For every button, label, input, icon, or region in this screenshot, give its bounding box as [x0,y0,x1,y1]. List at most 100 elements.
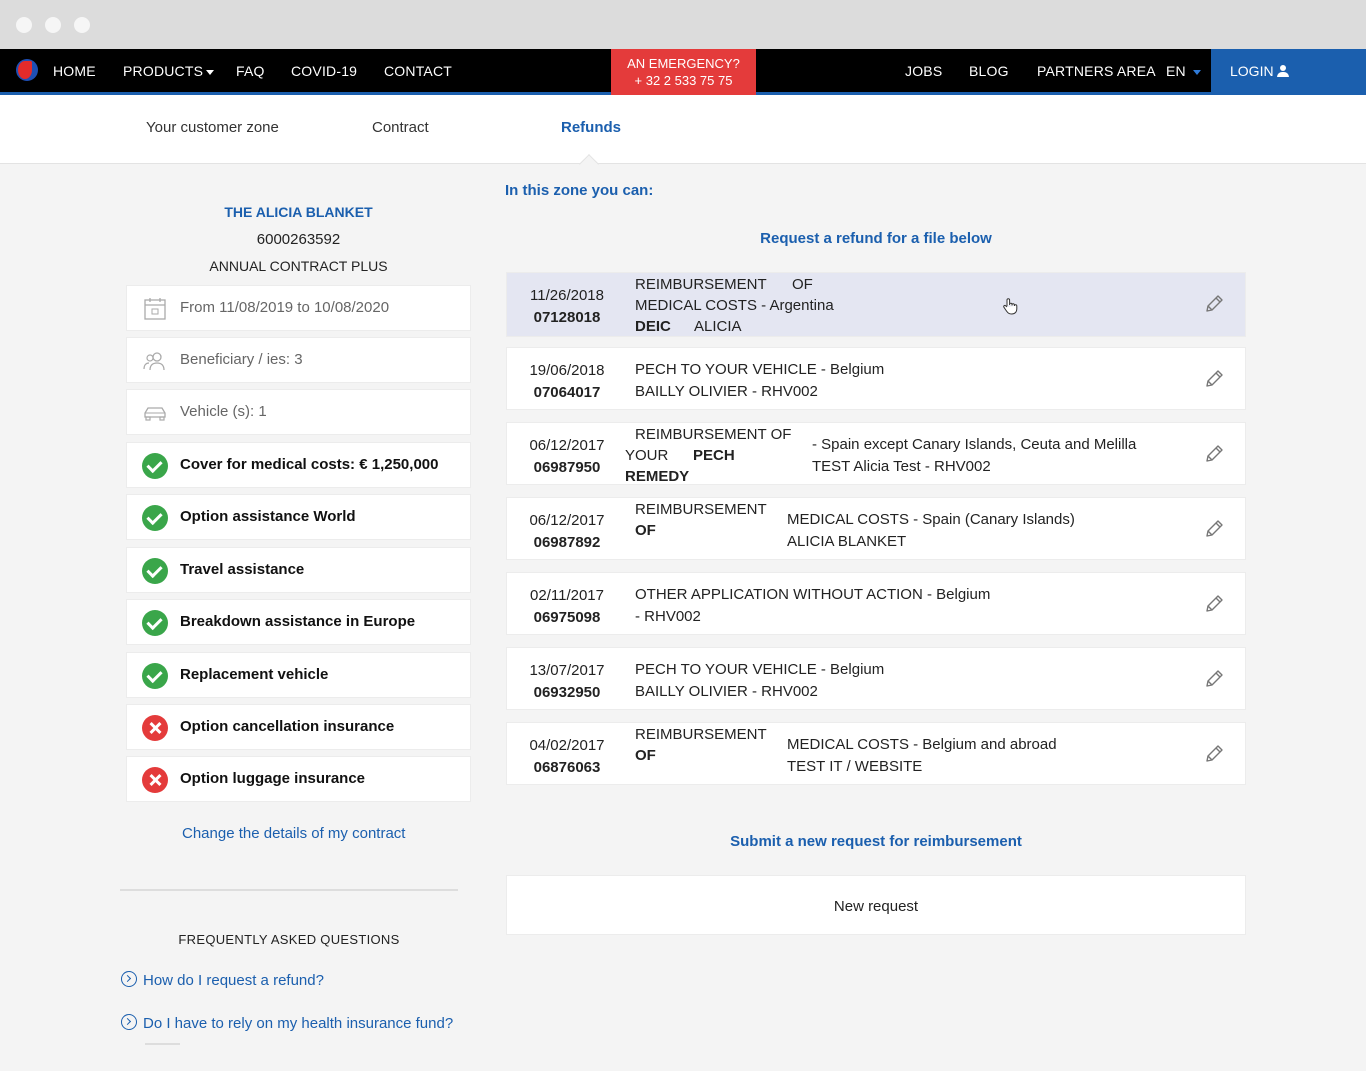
nav-home[interactable]: HOME [53,63,96,79]
chevron-right-circle-icon [121,971,137,987]
file-desc: OF [635,522,656,539]
file-holder: - RHV002 [635,608,701,625]
tab-contract[interactable]: Contract [372,119,429,136]
file-holder: BAILLY OLIVIER - RHV002 [635,683,818,700]
active-tab-pointer [579,154,599,174]
file-number: 06987950 [533,459,601,476]
nav-contact[interactable]: CONTACT [384,63,452,79]
cross-circle-icon [142,767,168,793]
refund-file-row[interactable]: 11/26/2018 07128018 REIMBURSEMENT OF MED… [506,272,1246,337]
refund-file-row[interactable]: 02/11/2017 06975098 OTHER APPLICATION WI… [506,572,1246,635]
nav-partners-area[interactable]: PARTNERS AREA [1037,63,1156,79]
refund-file-row[interactable]: 13/07/2017 06932950 PECH TO YOUR VEHICLE… [506,647,1246,710]
file-desc: MEDICAL COSTS - Argentina [635,297,834,314]
coverage-label: Replacement vehicle [180,666,329,683]
pencil-icon[interactable] [1203,593,1225,615]
vehicles-card: Vehicle (s): 1 [126,389,471,435]
tab-refunds[interactable]: Refunds [561,119,621,136]
nav-jobs[interactable]: JOBS [905,63,942,79]
window-close-dot[interactable] [16,17,32,33]
window-maximize-dot[interactable] [74,17,90,33]
file-date: 19/06/2018 [529,362,605,379]
file-number: 07128018 [533,309,601,326]
coverage-label: Option cancellation insurance [180,718,395,735]
refund-file-row[interactable]: 06/12/2017 06987950 REIMBURSEMENT OF YOU… [506,422,1246,485]
refund-file-row[interactable]: 19/06/2018 07064017 PECH TO YOUR VEHICLE… [506,347,1246,410]
contract-number: 6000263592 [256,231,341,248]
check-circle-icon [142,663,168,689]
beneficiaries-card: Beneficiary / ies: 3 [126,337,471,383]
car-icon [144,407,166,421]
file-holder: TEST IT / WEBSITE [787,758,923,775]
login-button[interactable]: LOGIN [1211,49,1366,95]
contract-period-card: From 11/08/2019 to 10/08/2020 [126,285,471,331]
emergency-label: AN EMERGENCY? [627,56,740,71]
coverage-label: Cover for medical costs: € 1,250,000 [180,456,439,473]
emergency-call-button[interactable]: AN EMERGENCY? + 32 2 533 75 75 [611,49,756,95]
file-date-block: 06/12/2017 06987892 [507,510,627,554]
user-icon [1276,65,1289,77]
new-request-button[interactable]: New request [506,875,1246,935]
nav-covid[interactable]: COVID-19 [291,63,357,79]
file-date: 06/12/2017 [529,512,605,529]
coverage-item: Travel assistance [126,547,471,593]
nav-blog[interactable]: BLOG [969,63,1009,79]
chevron-down-icon [1192,69,1201,75]
file-date: 02/11/2017 [530,587,604,604]
pencil-icon[interactable] [1203,668,1225,690]
pencil-icon[interactable] [1203,743,1225,765]
file-date-block: 02/11/2017 06975098 [507,585,627,629]
file-desc: PECH [693,447,735,464]
faq-item[interactable]: Do I have to rely on my health insurance… [121,1014,453,1032]
emergency-phone: + 32 2 533 75 75 [634,73,733,88]
zone-heading: In this zone you can: [505,182,654,199]
pencil-icon[interactable] [1203,293,1225,315]
file-date-block: 19/06/2018 07064017 [507,360,627,404]
browser-chrome [0,0,1366,49]
file-date: 13/07/2017 [529,662,605,679]
file-holder: ALICIA [694,318,742,335]
refund-file-row[interactable]: 06/12/2017 06987892 REIMBURSEMENT OF MED… [506,497,1246,560]
tab-customer-zone[interactable]: Your customer zone [146,119,279,136]
nav-products[interactable]: PRODUCTS [123,63,215,79]
window-minimize-dot[interactable] [45,17,61,33]
file-holder: ALICIA BLANKET [787,533,907,550]
coverage-item: Option cancellation insurance [126,704,471,750]
top-navigation: HOME PRODUCTS FAQ COVID-19 CONTACT AN EM… [0,49,1366,95]
coverage-item: Option luggage insurance [126,756,471,802]
faq-item[interactable]: How do I request a refund? [121,971,324,989]
brand-logo-icon[interactable] [16,59,38,81]
coverage-item: Cover for medical costs: € 1,250,000 [126,442,471,488]
file-desc: - Spain except Canary Islands, Ceuta and… [812,436,1137,453]
refund-file-row[interactable]: 04/02/2017 06876063 REIMBURSEMENT OF MED… [506,722,1246,785]
pencil-icon[interactable] [1203,518,1225,540]
file-desc: OF [792,276,813,293]
file-date: 11/26/2018 [530,287,604,304]
file-date-block: 13/07/2017 06932950 [507,660,627,704]
language-selector[interactable]: EN [1166,63,1201,79]
file-desc: REIMBURSEMENT [635,726,767,743]
left-divider [120,889,458,891]
file-desc: OF [635,747,656,764]
pencil-icon[interactable] [1203,443,1225,465]
file-number: 06932950 [533,684,601,701]
faq-title: FREQUENTLY ASKED QUESTIONS [178,932,400,947]
file-holder: BAILLY OLIVIER - RHV002 [635,383,818,400]
nav-products-label: PRODUCTS [123,63,204,79]
vehicles-count: Vehicle (s): 1 [180,403,267,420]
file-number: 06975098 [533,609,601,626]
file-desc: PECH TO YOUR VEHICLE - Belgium [635,361,885,378]
change-contract-link[interactable]: Change the details of my contract [182,825,405,842]
file-number: 06987892 [533,534,601,551]
check-circle-icon [142,558,168,584]
pencil-icon[interactable] [1203,368,1225,390]
check-circle-icon [142,610,168,636]
nav-faq[interactable]: FAQ [236,63,265,79]
customer-tabs: Your customer zone Contract Refunds [0,95,1366,174]
contract-plan: ANNUAL CONTRACT PLUS [209,258,388,274]
file-desc: REMEDY [625,468,690,485]
users-icon [143,352,165,371]
check-circle-icon [142,453,168,479]
file-date-block: 04/02/2017 06876063 [507,735,627,779]
calendar-icon [144,298,166,320]
